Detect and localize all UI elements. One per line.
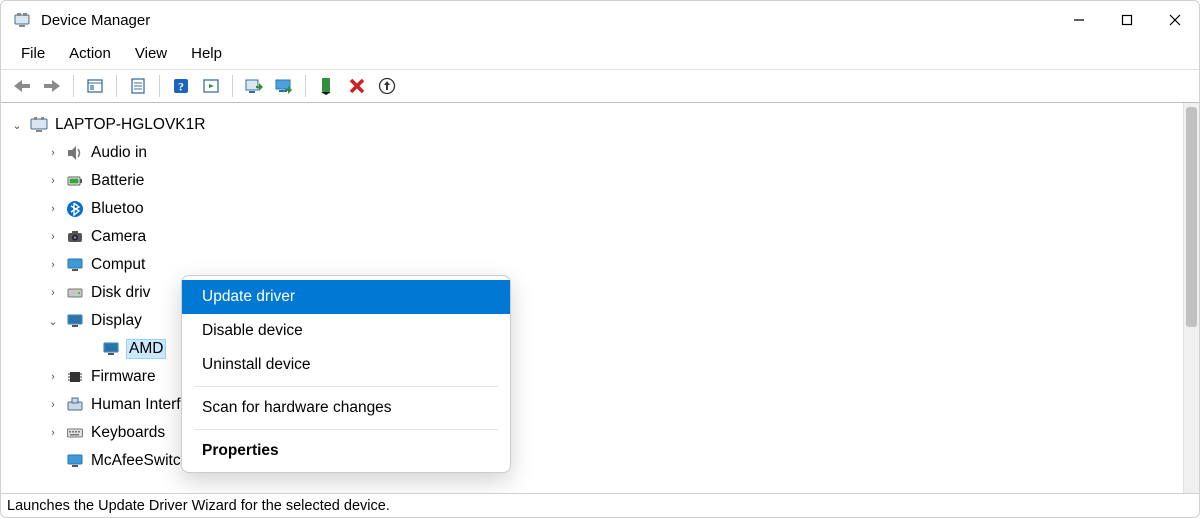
chevron-right-icon[interactable]: › xyxy=(47,259,59,271)
close-button[interactable] xyxy=(1151,1,1199,39)
tree-node-batteries[interactable]: › Batterie xyxy=(11,167,1183,195)
show-hidden-devices-button[interactable] xyxy=(82,73,108,99)
context-item-scan-hardware[interactable]: Scan for hardware changes xyxy=(182,391,510,425)
root-label: LAPTOP-HGLOVK1R xyxy=(55,116,205,134)
toolbar-separator xyxy=(116,75,117,97)
context-separator xyxy=(194,429,498,430)
vertical-scrollbar[interactable] xyxy=(1183,103,1199,493)
monitor-icon xyxy=(65,255,85,275)
disk-icon xyxy=(65,283,85,303)
node-label: Comput xyxy=(91,256,145,274)
display-adapter-icon xyxy=(65,311,85,331)
battery-icon xyxy=(65,171,85,191)
toolbar-separator xyxy=(159,75,160,97)
node-label: Camera xyxy=(91,228,146,246)
chevron-right-icon[interactable]: › xyxy=(47,427,59,439)
chevron-right-icon[interactable]: › xyxy=(47,231,59,243)
context-item-uninstall-device[interactable]: Uninstall device xyxy=(182,348,510,382)
menu-view[interactable]: View xyxy=(125,41,177,66)
tree-node-bluetooth[interactable]: › Bluetoo xyxy=(11,195,1183,223)
chevron-right-icon[interactable]: › xyxy=(47,203,59,215)
context-item-update-driver[interactable]: Update driver xyxy=(182,280,510,314)
bluetooth-icon xyxy=(65,199,85,219)
tree-root[interactable]: ⌄ LAPTOP-HGLOVK1R xyxy=(11,111,1183,139)
forward-button[interactable] xyxy=(39,73,65,99)
context-separator xyxy=(194,386,498,387)
chevron-right-icon[interactable]: › xyxy=(47,399,59,411)
update-driver-toolbar-button[interactable] xyxy=(241,73,267,99)
context-menu: Update driver Disable device Uninstall d… xyxy=(181,275,511,473)
scan-changes-button[interactable] xyxy=(198,73,224,99)
chip-icon xyxy=(65,367,85,387)
chevron-right-icon[interactable]: › xyxy=(47,175,59,187)
monitor-icon xyxy=(65,451,85,471)
tree-node-cameras[interactable]: › Camera xyxy=(11,223,1183,251)
device-manager-window: Device Manager File Action View Help ? xyxy=(0,0,1200,518)
scan-hardware-button[interactable] xyxy=(271,73,297,99)
context-item-disable-device[interactable]: Disable device xyxy=(182,314,510,348)
device-tree[interactable]: ⌄ LAPTOP-HGLOVK1R › Audio in › Batterie … xyxy=(1,103,1183,493)
node-label: Audio in xyxy=(91,144,147,162)
menu-help[interactable]: Help xyxy=(181,41,232,66)
statusbar-text: Launches the Update Driver Wizard for th… xyxy=(7,498,390,514)
toolbar-separator xyxy=(73,75,74,97)
titlebar: Device Manager xyxy=(1,1,1199,39)
camera-icon xyxy=(65,227,85,247)
toolbar-separator xyxy=(232,75,233,97)
statusbar: Launches the Update Driver Wizard for th… xyxy=(1,493,1199,517)
hid-icon xyxy=(65,395,85,415)
context-item-properties[interactable]: Properties xyxy=(182,434,510,468)
keyboard-icon xyxy=(65,423,85,443)
properties-button[interactable] xyxy=(125,73,151,99)
display-adapter-icon xyxy=(101,339,121,359)
window-title: Device Manager xyxy=(41,12,150,29)
computer-icon xyxy=(29,115,49,135)
node-label: AMD xyxy=(127,340,165,358)
minimize-button[interactable] xyxy=(1055,1,1103,39)
chevron-right-icon[interactable]: › xyxy=(47,287,59,299)
content-area: ⌄ LAPTOP-HGLOVK1R › Audio in › Batterie … xyxy=(1,103,1199,493)
node-label: Bluetoo xyxy=(91,200,144,218)
node-label: Disk driv xyxy=(91,284,150,302)
disable-device-button[interactable] xyxy=(344,73,370,99)
help-button[interactable]: ? xyxy=(168,73,194,99)
toolbar-separator xyxy=(305,75,306,97)
svg-text:?: ? xyxy=(178,80,184,94)
node-label: Keyboards xyxy=(91,424,165,442)
tree-node-audio[interactable]: › Audio in xyxy=(11,139,1183,167)
node-label: Firmware xyxy=(91,368,156,386)
enable-device-button[interactable] xyxy=(314,73,340,99)
node-label: Batterie xyxy=(91,172,144,190)
toolbar: ? xyxy=(1,69,1199,103)
menubar: File Action View Help xyxy=(1,39,1199,69)
menu-action[interactable]: Action xyxy=(59,41,121,66)
node-label: McAfeeSwitch xyxy=(91,452,189,470)
uninstall-device-button[interactable] xyxy=(374,73,400,99)
chevron-right-icon[interactable]: › xyxy=(47,147,59,159)
chevron-right-icon[interactable]: › xyxy=(47,371,59,383)
back-button[interactable] xyxy=(9,73,35,99)
maximize-button[interactable] xyxy=(1103,1,1151,39)
node-label: Display xyxy=(91,312,142,330)
speaker-icon xyxy=(65,143,85,163)
chevron-down-icon[interactable]: ⌄ xyxy=(11,119,23,132)
chevron-down-icon[interactable]: ⌄ xyxy=(47,315,59,328)
app-icon xyxy=(13,11,31,29)
menu-file[interactable]: File xyxy=(11,41,55,66)
scrollbar-thumb[interactable] xyxy=(1186,107,1197,327)
